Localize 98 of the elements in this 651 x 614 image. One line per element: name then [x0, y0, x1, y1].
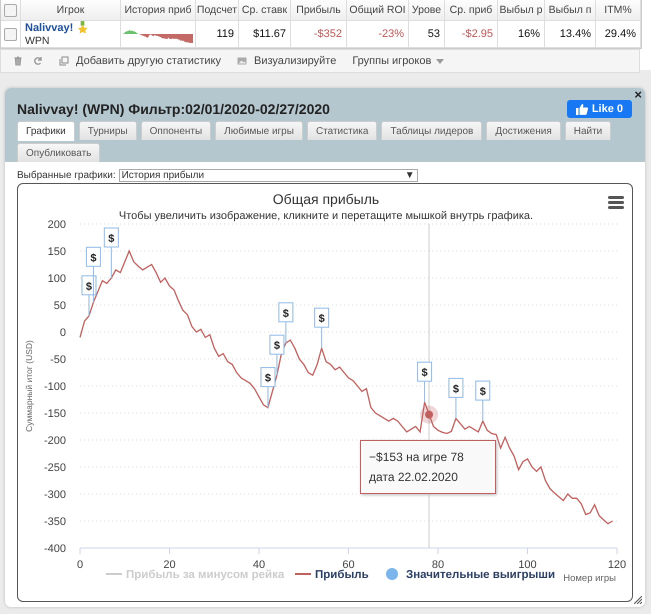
annotation: $ — [452, 383, 459, 396]
win-flag[interactable]: $ — [417, 362, 432, 403]
menu-icon[interactable] — [608, 196, 624, 209]
image-icon — [237, 56, 247, 66]
tab[interactable]: Графики — [17, 121, 75, 141]
win-flag[interactable]: $ — [81, 275, 96, 316]
dialog-title: Nalivvay! (WPN) Фильтр:02/01/2020-02/27/2020 — [17, 101, 331, 117]
table-cell: 53 — [409, 21, 445, 48]
legend-item[interactable]: Прибыль — [295, 569, 369, 581]
player-groups-dropdown[interactable]: Группы игроков — [352, 55, 444, 67]
tab[interactable]: Турниры — [78, 121, 137, 140]
like-button[interactable]: Like 0 — [566, 100, 632, 118]
table-cell: -$352 — [291, 21, 347, 48]
tab[interactable]: Таблицы лидеров — [381, 121, 482, 140]
annotation: $ — [480, 386, 486, 398]
x-axis-label: 80 — [432, 559, 444, 571]
table-cell: $11.67 — [239, 21, 291, 48]
annotation: $ — [318, 313, 325, 326]
x-axis-label: 60 — [342, 559, 355, 571]
win-flag[interactable]: $ — [260, 367, 276, 408]
column-header[interactable]: Игрок — [21, 0, 121, 21]
legend-item[interactable]: Значительные выигрыши — [386, 568, 556, 581]
add-statistic-button[interactable]: Добавить другую статистику — [59, 55, 221, 67]
tab[interactable]: Статистика — [306, 121, 378, 140]
refresh-icon[interactable] — [33, 56, 43, 66]
y-axis-label: -250 — [44, 462, 66, 474]
checkbox[interactable] — [4, 4, 17, 16]
y-axis-label: -300 — [44, 489, 66, 501]
player-name-link[interactable]: Nalivvay! — [25, 22, 74, 34]
tab[interactable]: Оппоненты — [140, 121, 212, 140]
column-header[interactable]: Ср. приб — [445, 0, 498, 21]
table-cell: 119 — [196, 21, 239, 48]
y-axis-label: 0 — [60, 327, 66, 339]
annotation: $ — [264, 372, 272, 385]
table-cell: -23% — [347, 21, 409, 48]
column-header[interactable]: Общий ROI — [347, 0, 409, 21]
tab[interactable]: Любимые игры — [215, 121, 303, 140]
annotation: $ — [422, 367, 428, 380]
column-header[interactable]: Урове — [409, 0, 445, 21]
win-flag[interactable]: $ — [475, 380, 490, 422]
medal-icon — [77, 21, 88, 34]
resize-grip-icon[interactable] — [634, 596, 642, 604]
close-button[interactable]: × — [632, 88, 644, 102]
network-label: WPN — [25, 34, 50, 47]
x-axis-label: 120 — [608, 559, 626, 571]
annotation: $ — [108, 233, 114, 245]
y-axis-label: 100 — [48, 273, 66, 285]
thumbs-up-icon — [576, 103, 588, 115]
chart-selector-label: Выбранные графики: — [17, 170, 116, 180]
column-header[interactable]: Подсчет — [196, 0, 239, 21]
y-axis-label: -200 — [44, 435, 66, 447]
x-axis-label: 100 — [518, 559, 537, 571]
y-axis-label: -350 — [44, 516, 66, 528]
table-cell: 13.4% — [545, 21, 596, 48]
column-header[interactable]: Прибыль — [291, 0, 347, 21]
checkbox[interactable] — [4, 28, 17, 40]
chart-hint: Чтобы увеличить изображение, кликните и перетащите мышкой внутрь графика. — [118, 210, 534, 222]
visualize-button[interactable]: Визуализируйте — [237, 55, 336, 67]
annotation: $ — [282, 308, 289, 320]
tooltip: −$153 на игре 78 дата 22.02.2020 — [360, 440, 496, 494]
table-cell: 16% — [498, 21, 545, 48]
tab[interactable]: Достижения — [486, 121, 561, 140]
data-point — [425, 410, 434, 419]
y-axis-label: 50 — [54, 300, 66, 312]
win-flag[interactable]: $ — [269, 334, 284, 376]
y-axis-title: Суммарный итог (USD) — [24, 340, 34, 432]
column-header[interactable]: Выбыл п — [545, 0, 596, 21]
column-header[interactable]: Выбыл р — [498, 0, 545, 21]
annotation: $ — [86, 280, 92, 293]
column-header[interactable]: История приб — [121, 0, 196, 21]
y-axis-label: 150 — [48, 246, 66, 258]
x-axis-label: 20 — [163, 559, 176, 571]
trash-icon[interactable] — [13, 56, 23, 66]
chart-title: Общая прибыль — [272, 191, 380, 207]
copy-icon — [59, 56, 69, 66]
tab[interactable]: Найти — [564, 121, 612, 140]
caret-icon — [436, 58, 444, 64]
x-axis-title: Номер игры — [563, 573, 616, 584]
column-header[interactable]: Ср. ставк — [239, 0, 291, 21]
y-axis-label: -400 — [44, 543, 66, 555]
win-flag[interactable]: $ — [278, 302, 294, 344]
x-axis-label: 40 — [252, 559, 266, 571]
win-flag[interactable]: $ — [104, 228, 119, 278]
annotation: $ — [274, 340, 280, 352]
tab[interactable]: Опубликовать — [17, 143, 100, 162]
column-header[interactable]: ITM% — [596, 0, 641, 21]
chart-select[interactable]: История прибыли ▼ — [118, 168, 418, 182]
y-axis-label: -100 — [44, 381, 66, 393]
y-axis-label: 200 — [48, 219, 66, 231]
legend-label: Прибыль — [315, 569, 369, 581]
x-axis-label: 0 — [76, 559, 84, 571]
y-axis-label: -50 — [50, 354, 66, 366]
table-cell: -$2.95 — [445, 21, 498, 48]
win-flag[interactable]: $ — [448, 378, 464, 419]
win-flag[interactable]: $ — [314, 308, 330, 349]
annotation: $ — [90, 252, 96, 264]
table-cell: 29.4% — [596, 21, 641, 48]
y-axis-label: -150 — [44, 408, 66, 420]
